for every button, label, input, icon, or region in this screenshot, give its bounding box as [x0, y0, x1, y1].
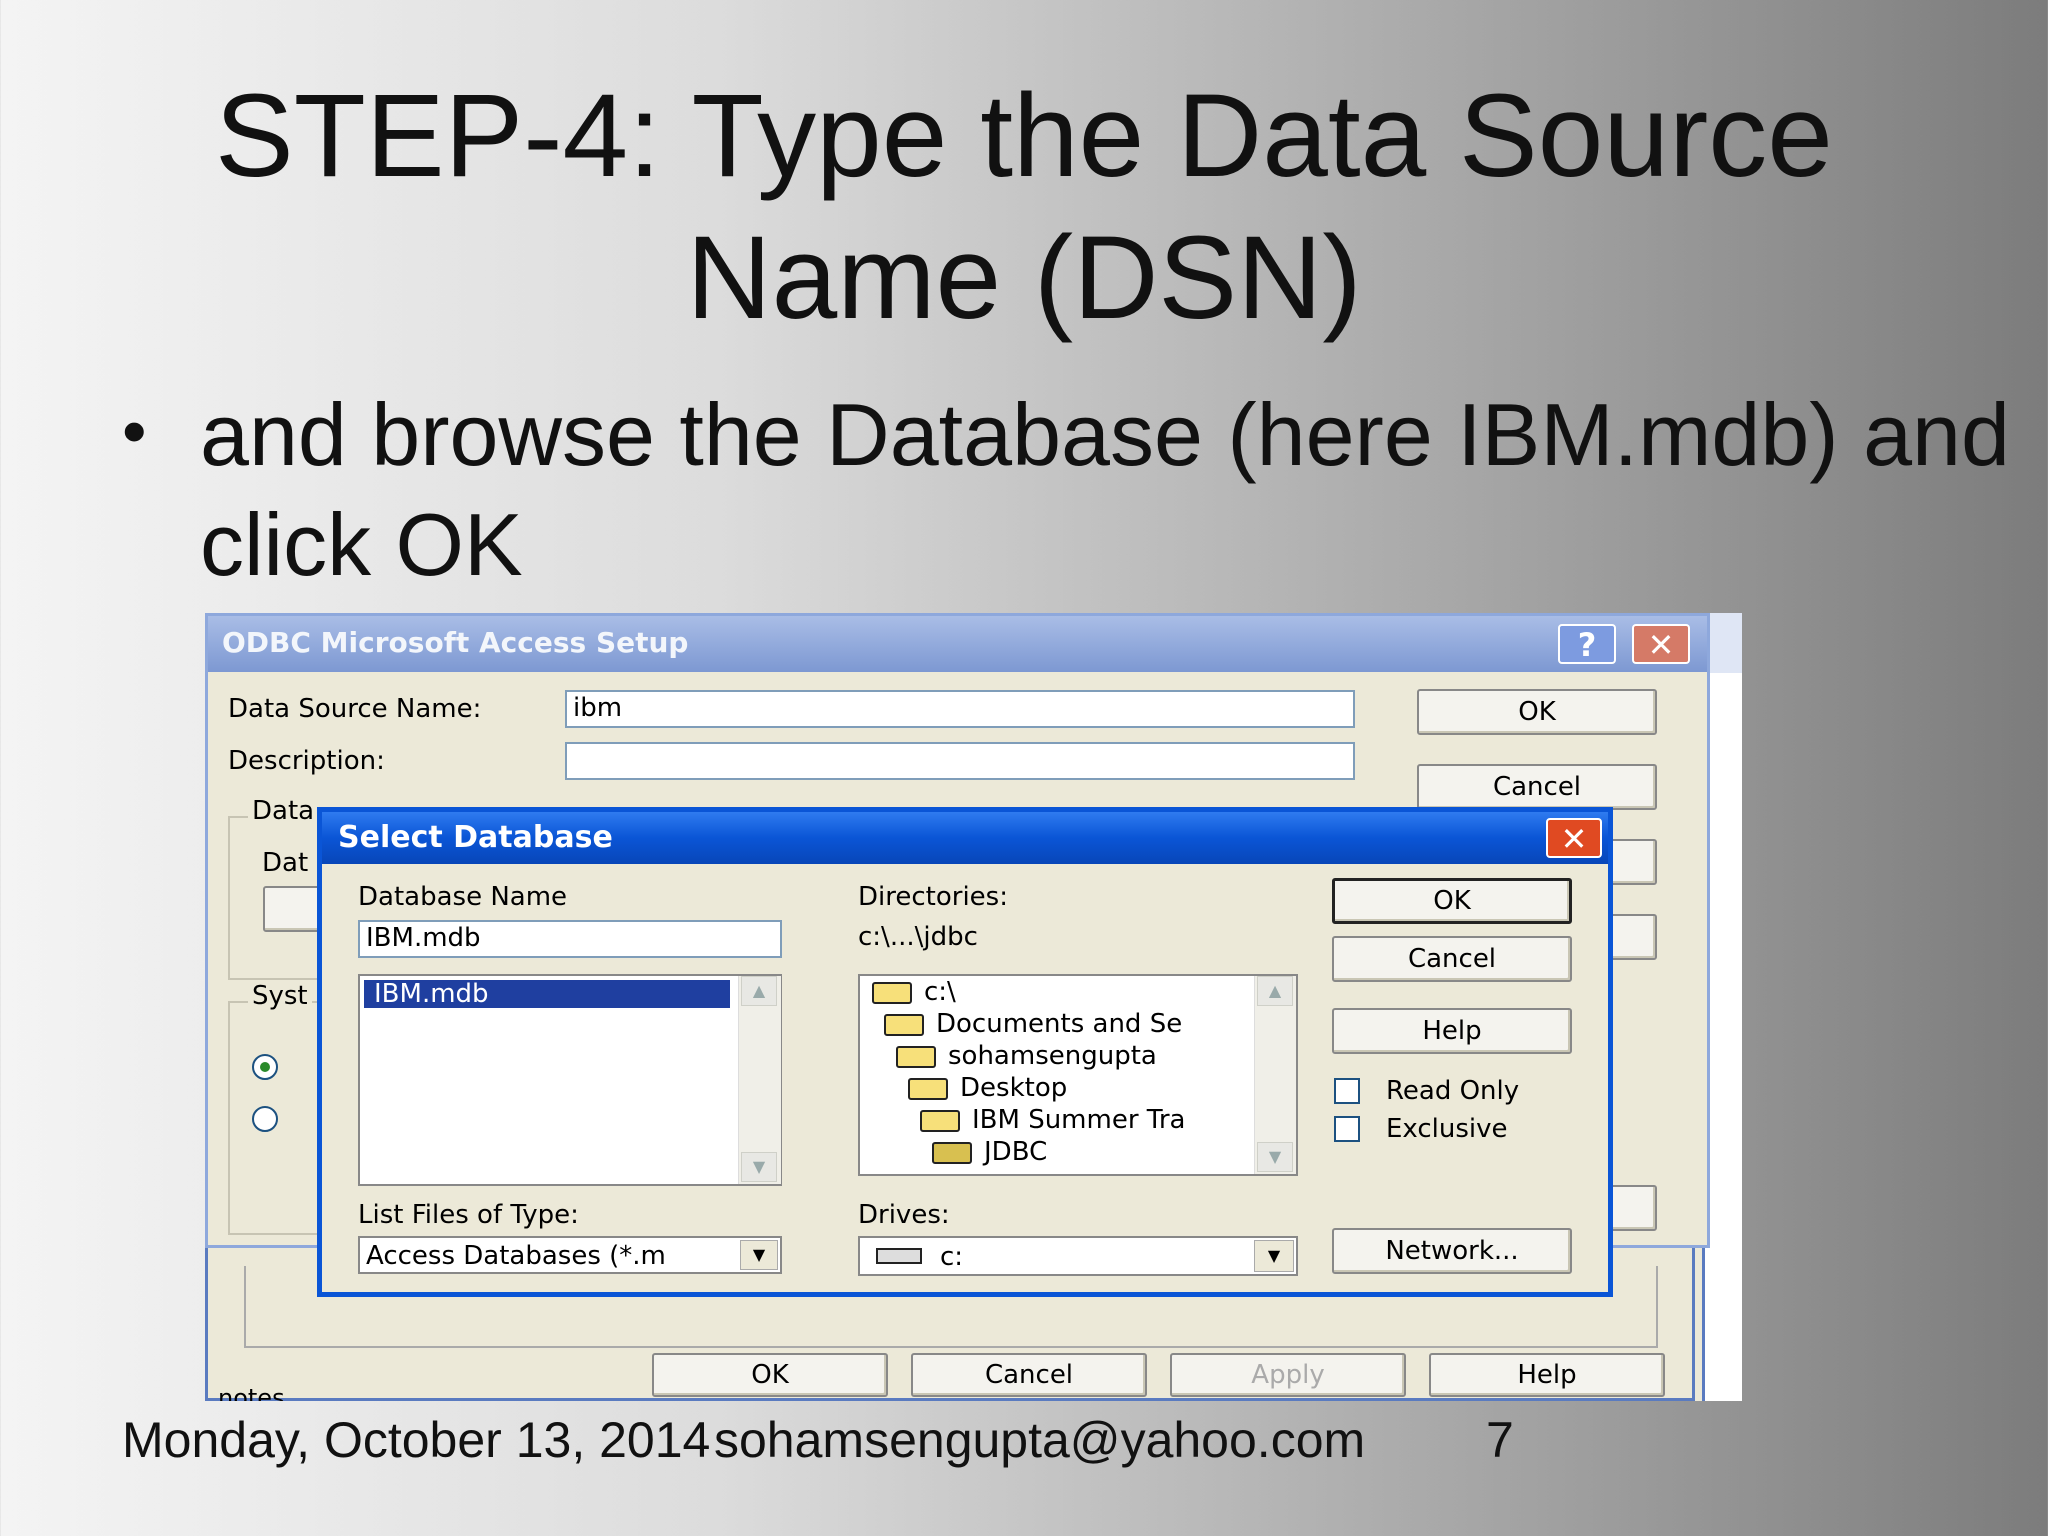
scroll-down-icon[interactable]: ▼: [741, 1152, 777, 1182]
file-type-select[interactable]: Access Databases (*.m ▼: [358, 1236, 782, 1274]
directory-scrollbar[interactable]: ▲ ▼: [1254, 976, 1296, 1174]
select-db-title-bar: Select Database ✕: [322, 812, 1608, 864]
read-only-label: Read Only: [1386, 1076, 1520, 1106]
select-db-ok-button[interactable]: OK: [1332, 878, 1572, 924]
dsn-input[interactable]: ibm: [565, 690, 1355, 728]
folder-open-icon: [884, 1013, 924, 1036]
description-input[interactable]: [565, 742, 1355, 780]
back-notes-label: notes: [218, 1384, 285, 1401]
db-file-item[interactable]: IBM.mdb: [363, 979, 731, 1009]
database-group-label: Data: [248, 796, 319, 826]
select-db-cancel-button[interactable]: Cancel: [1332, 936, 1572, 982]
select-db-help-button[interactable]: Help: [1332, 1008, 1572, 1054]
footer-date: Monday, October 13, 2014: [122, 1412, 711, 1468]
folder-open-icon: [908, 1077, 948, 1100]
odbc-cancel-button[interactable]: Cancel: [1417, 764, 1657, 810]
system-db-database-radio[interactable]: [252, 1106, 278, 1132]
dir-item-user[interactable]: sohamsengupta: [896, 1040, 1157, 1072]
scroll-up-icon[interactable]: ▲: [1257, 976, 1293, 1006]
network-button[interactable]: Network...: [1332, 1228, 1572, 1274]
read-only-checkbox[interactable]: [1334, 1078, 1360, 1104]
slide-title-line1: STEP-4: Type the Data Source: [215, 70, 1833, 202]
db-file-list[interactable]: IBM.mdb ▲ ▼: [358, 974, 782, 1186]
back-ok-button[interactable]: OK: [652, 1353, 888, 1397]
system-db-group-label: Syst: [248, 981, 312, 1011]
bullet-dot-icon: •: [122, 392, 147, 470]
select-db-close-icon[interactable]: ✕: [1546, 818, 1602, 858]
dir-item-ibm-summer[interactable]: IBM Summer Tra: [920, 1104, 1185, 1136]
odbc-ok-button[interactable]: OK: [1417, 689, 1657, 735]
odbc-close-icon[interactable]: ✕: [1632, 624, 1690, 664]
odbc-title: ODBC Microsoft Access Setup: [222, 626, 689, 659]
bullet-text: and browse the Database (here IBM.mdb) a…: [200, 385, 2010, 594]
system-db-none-radio[interactable]: [252, 1054, 278, 1080]
folder-open-icon: [872, 981, 912, 1004]
back-cancel-button[interactable]: Cancel: [911, 1353, 1147, 1397]
folder-open-icon: [920, 1109, 960, 1132]
dir-item-documents[interactable]: Documents and Se: [884, 1008, 1182, 1040]
dir-item-root[interactable]: c:\: [872, 976, 956, 1008]
chevron-down-icon[interactable]: ▼: [740, 1240, 778, 1270]
select-db-title: Select Database: [338, 820, 613, 855]
slide-title-line2: Name (DSN): [686, 212, 1362, 344]
back-apply-button[interactable]: Apply: [1170, 1353, 1406, 1397]
footer-email: sohamsengupta@yahoo.com: [714, 1412, 1366, 1468]
db-file-scrollbar[interactable]: ▲ ▼: [738, 976, 781, 1184]
drive-value: c:: [940, 1242, 964, 1272]
scroll-down-icon[interactable]: ▼: [1257, 1142, 1293, 1172]
back-help-button[interactable]: Help: [1429, 1353, 1665, 1397]
drives-label: Drives:: [858, 1200, 950, 1230]
database-sub-label: Dat: [262, 848, 309, 878]
dir-item-jdbc[interactable]: JDBC: [932, 1136, 1047, 1168]
db-name-input[interactable]: IBM.mdb: [358, 920, 782, 958]
directories-label: Directories:: [858, 882, 1008, 912]
file-type-value: Access Databases (*.m: [366, 1241, 666, 1271]
scroll-up-icon[interactable]: ▲: [741, 976, 777, 1006]
description-label: Description:: [228, 746, 385, 776]
dsn-label: Data Source Name:: [228, 694, 482, 724]
file-type-label: List Files of Type:: [358, 1200, 579, 1230]
select-database-dialog: Select Database ✕ Database Name IBM.mdb …: [317, 807, 1613, 1297]
dir-item-desktop[interactable]: Desktop: [908, 1072, 1067, 1104]
radio-selected-dot-icon: [260, 1062, 270, 1072]
odbc-title-bar: ODBC Microsoft Access Setup ? ✕: [208, 616, 1707, 672]
db-name-label: Database Name: [358, 882, 568, 912]
directories-path: c:\...\jdbc: [858, 922, 978, 952]
directory-tree[interactable]: c:\ Documents and Se sohamsengupta Deskt…: [858, 974, 1298, 1176]
drive-icon: [876, 1248, 922, 1264]
exclusive-checkbox[interactable]: [1334, 1116, 1360, 1142]
help-icon[interactable]: ?: [1558, 624, 1616, 664]
drives-select[interactable]: c: ▼: [858, 1236, 1298, 1276]
folder-open-icon: [932, 1141, 972, 1164]
footer-page-number: 7: [1486, 1412, 1514, 1468]
exclusive-label: Exclusive: [1386, 1114, 1508, 1144]
screenshot: OK Cancel Apply Help notes ODBC Microsof…: [205, 613, 1742, 1401]
folder-open-icon: [896, 1045, 936, 1068]
chevron-down-icon[interactable]: ▼: [1254, 1240, 1294, 1272]
slide-title: STEP-4: Type the Data Source Name (DSN): [0, 65, 2048, 349]
